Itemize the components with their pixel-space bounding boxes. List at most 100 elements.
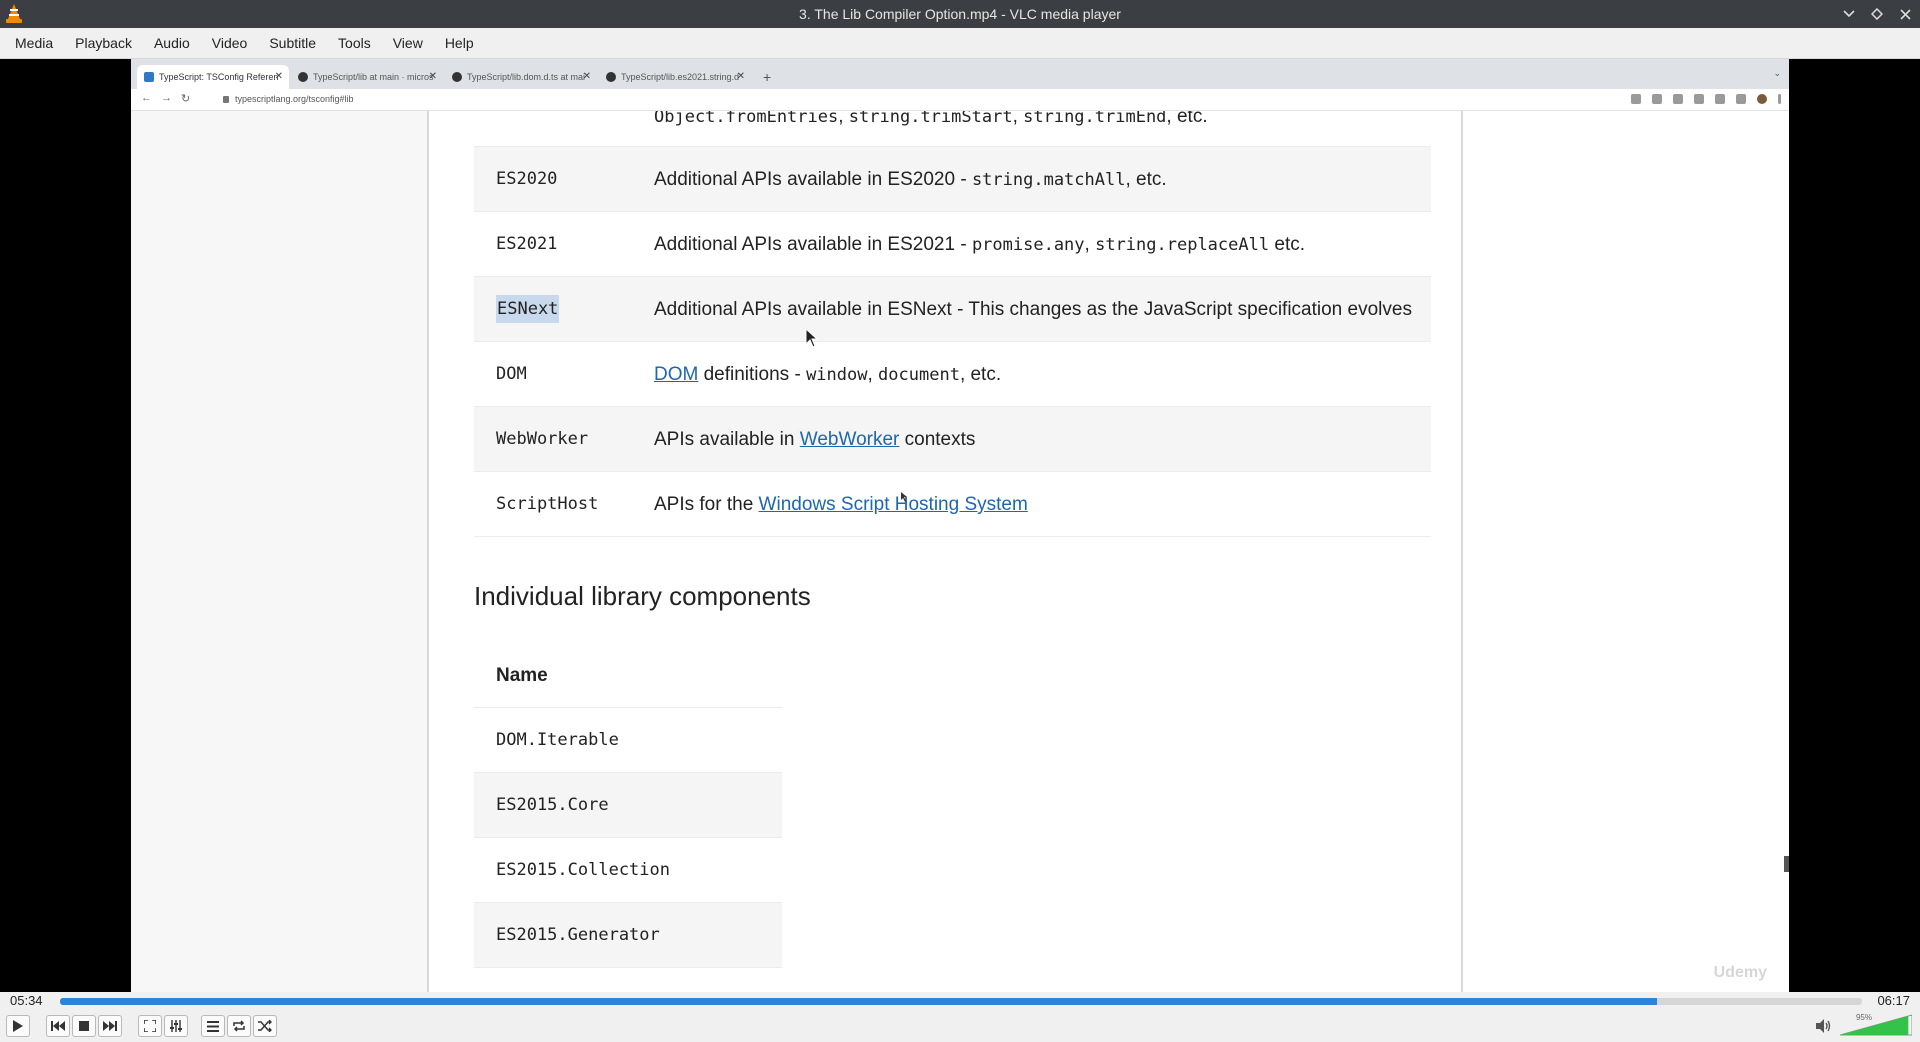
- lib-description-cell: Additional APIs available in ES2021 - pr…: [654, 212, 1305, 278]
- lib-name-cell: WebWorker: [496, 429, 589, 449]
- total-time: 06:17: [1877, 993, 1910, 1008]
- equalizer-icon: [170, 1020, 182, 1032]
- translate-icon: [1631, 94, 1641, 104]
- reload-icon: ↻: [181, 93, 191, 105]
- lib-table-row: Object.fromEntries, string.trimStart, st…: [474, 111, 1431, 147]
- seek-slider[interactable]: [60, 998, 1862, 1005]
- play-button[interactable]: [6, 1015, 30, 1037]
- component-row: DOM.Iterable: [474, 708, 782, 773]
- github-favicon-icon: [298, 72, 308, 82]
- doc-link[interactable]: WebWorker: [800, 429, 900, 450]
- tab-close-icon: ✕: [736, 71, 745, 82]
- speaker-icon[interactable]: [1816, 1019, 1832, 1033]
- components-column-header: Name: [474, 643, 782, 708]
- url-text: typescriptlang.org/tsconfig#lib: [223, 94, 354, 104]
- tab-close-icon: ✕: [428, 71, 437, 82]
- browser-tab-label: TypeScript/lib at main · micros: [313, 72, 434, 82]
- bookmark-star-icon: [1694, 94, 1704, 104]
- secondary-pointer-icon: [901, 492, 907, 502]
- menu-subtitle[interactable]: Subtitle: [258, 28, 327, 59]
- lib-description-cell: APIs for the Windows Script Hosting Syst…: [654, 472, 1028, 537]
- browser-toolbar-icons: [1631, 94, 1781, 104]
- inline-code: string.trimStart: [848, 111, 1013, 127]
- description-text: , etc.: [1166, 111, 1208, 127]
- lib-description-cell: APIs available in WebWorker contexts: [654, 407, 975, 472]
- playlist-button[interactable]: [201, 1015, 225, 1037]
- close-icon[interactable]: [1896, 5, 1914, 23]
- profile-avatar: [1757, 94, 1767, 104]
- tab-close-icon: ✕: [274, 71, 283, 82]
- doc-link[interactable]: DOM: [654, 364, 698, 385]
- shuffle-button[interactable]: [253, 1015, 277, 1037]
- seek-bar: 05:34 06:17: [0, 992, 1920, 1010]
- description-text: contexts: [899, 429, 976, 450]
- browser-tab-lib-dom: TypeScript/lib.dom.d.ts at mai ✕: [445, 65, 597, 89]
- control-bar: 95%: [0, 1010, 1920, 1042]
- doc-link[interactable]: Windows Script Hosting System: [759, 494, 1028, 515]
- menu-video[interactable]: Video: [201, 28, 259, 59]
- fullscreen-icon: [144, 1020, 156, 1032]
- description-text: ,: [867, 364, 879, 385]
- lib-name-cell: ES2020: [496, 169, 558, 189]
- menu-audio[interactable]: Audio: [143, 28, 201, 59]
- browser-tab-tsconfig: TypeScript: TSConfig Referen ✕: [137, 65, 289, 89]
- loop-icon: [233, 1020, 245, 1032]
- menu-playback[interactable]: Playback: [64, 28, 143, 59]
- next-button[interactable]: [98, 1015, 122, 1037]
- lib-name-cell: ScriptHost: [496, 494, 599, 514]
- share-icon: [1673, 94, 1683, 104]
- description-text: APIs for the: [654, 494, 759, 515]
- browser-tab-label: TypeScript/lib.es2021.string.d: [621, 72, 740, 82]
- browser-tab-label: TypeScript/lib.dom.d.ts at mai: [467, 72, 586, 82]
- menu-media[interactable]: Media: [4, 28, 64, 59]
- volume-slider[interactable]: 95%: [1839, 1013, 1913, 1036]
- kebab-menu-icon: [1778, 94, 1781, 104]
- description-text: ,: [1084, 234, 1096, 255]
- loop-button[interactable]: [227, 1015, 251, 1037]
- lib-table-row: ES2020 Additional APIs available in ES202…: [474, 147, 1431, 212]
- lib-table-row: ES2021 Additional APIs available in ES202…: [474, 212, 1431, 277]
- lib-name-cell: DOM: [496, 364, 527, 384]
- lib-name-cell: ESNext: [496, 295, 560, 323]
- minimize-icon[interactable]: [1840, 5, 1858, 23]
- fullscreen-button[interactable]: [138, 1015, 162, 1037]
- tab-search-icon: ⌄: [1773, 68, 1781, 78]
- browser-tab-lib-es2021: TypeScript/lib.es2021.string.d ✕: [599, 65, 751, 89]
- right-sidebar: [1461, 111, 1789, 992]
- github-favicon-icon: [452, 72, 462, 82]
- description-text: Additional APIs available in ES2020 -: [654, 169, 972, 190]
- description-text: ,: [1012, 111, 1024, 127]
- menu-tools[interactable]: Tools: [327, 28, 382, 59]
- lib-description-cell: DOM definitions - window, document, etc.: [654, 342, 1001, 408]
- lib-options-table: Object.fromEntries, string.trimStart, st…: [474, 111, 1431, 537]
- lib-table-row: ScriptHost APIs for the Windows Script Ho…: [474, 472, 1431, 537]
- inline-code: document: [878, 365, 960, 385]
- typescript-favicon-icon: [144, 72, 154, 82]
- tab-close-icon: ✕: [582, 71, 591, 82]
- lib-description-cell: Additional APIs available in ES2020 - st…: [654, 147, 1167, 213]
- description-text: ,: [838, 111, 849, 127]
- udemy-watermark: Udemy: [1713, 964, 1767, 981]
- forward-arrow-icon: →: [161, 92, 172, 104]
- component-row: ES2015.Collection: [474, 838, 782, 903]
- description-text: etc.: [1269, 234, 1305, 255]
- browser-tab-label: TypeScript: TSConfig Referen: [159, 72, 279, 82]
- maximize-icon[interactable]: [1868, 5, 1886, 23]
- stop-button[interactable]: [72, 1015, 96, 1037]
- menu-help[interactable]: Help: [434, 28, 485, 59]
- lib-description-cell: Object.fromEntries, string.trimStart, st…: [654, 111, 1208, 147]
- seek-progress-fill: [60, 998, 1657, 1005]
- lib-table-row: ESNext Additional APIs available in ESNex…: [474, 277, 1431, 342]
- library-components-table: Name DOM.Iterable ES2015.Core ES2015.Colle…: [474, 643, 782, 992]
- previous-button[interactable]: [46, 1015, 70, 1037]
- side-panel-icon: [1736, 94, 1746, 104]
- url-value: typescriptlang.org/tsconfig#lib: [235, 94, 354, 104]
- title-bar: 3. The Lib Compiler Option.mp4 - VLC med…: [0, 0, 1920, 28]
- lib-table-row: DOM DOM definitions - window, document, e…: [474, 342, 1431, 407]
- elapsed-time: 05:34: [10, 993, 43, 1008]
- mouse-pointer-icon: [805, 328, 819, 348]
- volume-percent: 95%: [1855, 1013, 1872, 1022]
- menu-view[interactable]: View: [382, 28, 434, 59]
- extended-settings-button[interactable]: [164, 1015, 188, 1037]
- video-area[interactable]: TypeScript: TSConfig Referen ✕ TypeScrip…: [0, 59, 1920, 992]
